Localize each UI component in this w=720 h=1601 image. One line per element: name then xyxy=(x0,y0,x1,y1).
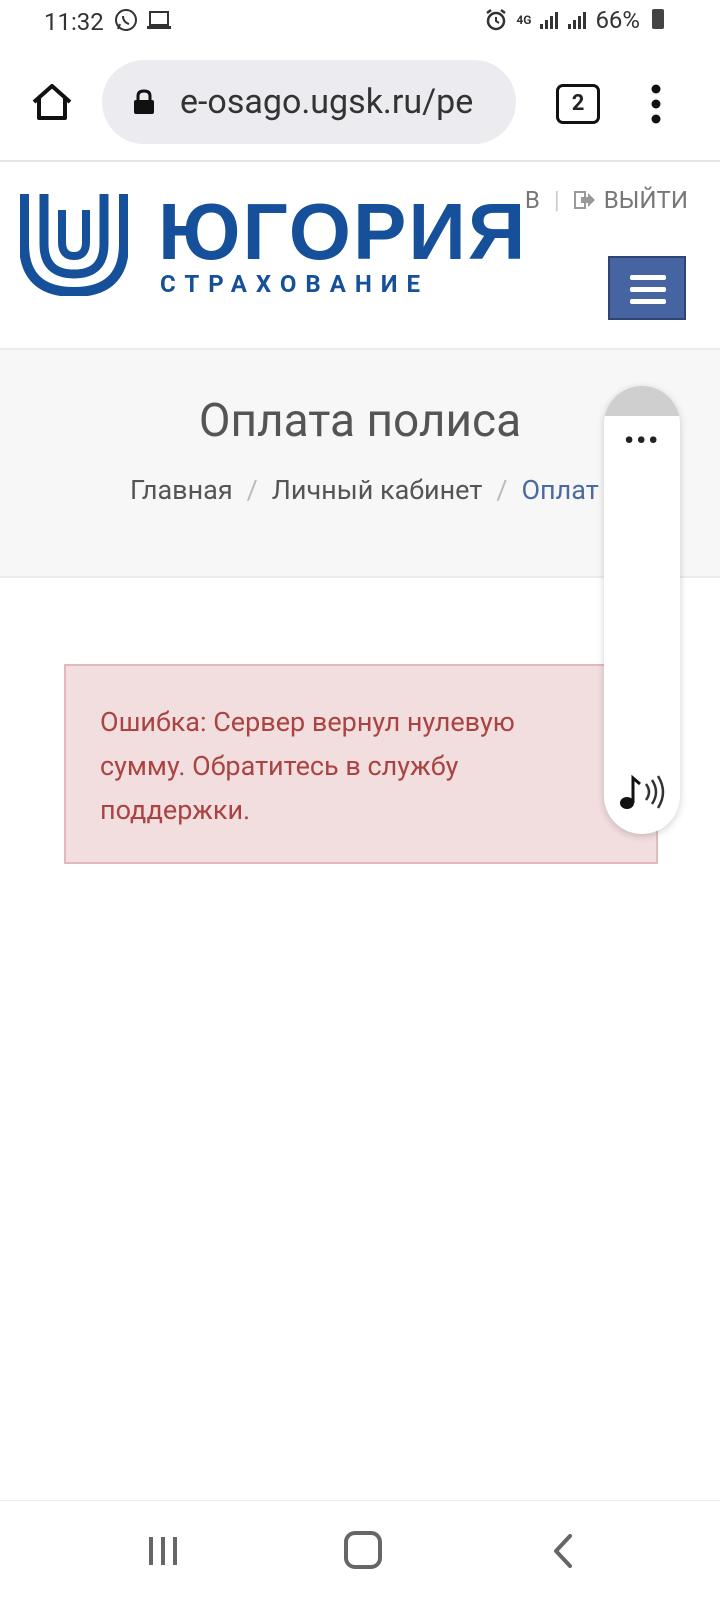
breadcrumb-separator: / xyxy=(496,474,508,506)
panel-handle[interactable] xyxy=(604,386,680,416)
signal-icon xyxy=(568,12,587,29)
error-alert: Ошибка: Сервер вернул нулевую сумму. Обр… xyxy=(64,664,658,864)
battery-percent: 66% xyxy=(595,6,640,34)
battery-icon xyxy=(652,9,664,29)
signal-icon xyxy=(540,12,559,29)
breadcrumb-home[interactable]: Главная xyxy=(130,474,233,506)
separator: | xyxy=(553,186,560,214)
breadcrumb-separator: / xyxy=(246,474,258,506)
logout-link[interactable]: ВЫЙТИ xyxy=(573,186,688,214)
menu-toggle-button[interactable] xyxy=(608,256,686,320)
whatsapp-icon xyxy=(115,9,137,31)
breadcrumb-current: Оплат xyxy=(521,474,599,506)
tabs-button[interactable]: 2 xyxy=(556,84,600,124)
home-icon[interactable] xyxy=(28,78,76,126)
brand-name: ЮГОРИЯ xyxy=(158,187,528,276)
lock-icon xyxy=(134,89,154,114)
url-text: e-osago.ugsk.ru/pe xyxy=(180,82,474,122)
breadcrumb-account[interactable]: Личный кабинет xyxy=(272,474,483,506)
recent-apps-icon[interactable] xyxy=(146,1535,180,1567)
status-time: 11:32 xyxy=(44,8,104,36)
floating-panel[interactable]: ••• xyxy=(604,386,680,834)
brand-subtitle: СТРАХОВАНИЕ xyxy=(160,270,430,298)
address-bar[interactable]: e-osago.ugsk.ru/pe xyxy=(102,60,516,144)
more-options-icon[interactable] xyxy=(650,84,662,124)
back-icon[interactable] xyxy=(552,1533,574,1569)
hamburger-bar xyxy=(630,275,666,280)
user-link[interactable]: В xyxy=(525,186,540,214)
status-bar: 11:32 4G 66% xyxy=(0,0,720,44)
home-nav-icon[interactable] xyxy=(344,1531,382,1569)
site-header: ЮГОРИЯ СТРАХОВАНИЕ В | ВЫЙТИ xyxy=(0,162,720,351)
network-type: 4G xyxy=(516,13,532,27)
panel-more-icon[interactable]: ••• xyxy=(624,424,660,457)
error-message: Ошибка: Сервер вернул нулевую сумму. Обр… xyxy=(100,706,515,826)
status-right: 4G 66% xyxy=(484,6,640,34)
laptop-icon xyxy=(147,11,171,29)
hamburger-bar xyxy=(630,287,666,292)
browser-toolbar: e-osago.ugsk.ru/pe 2 xyxy=(0,44,720,162)
sound-icon[interactable] xyxy=(618,772,668,812)
breadcrumb: Главная / Личный кабинет / Оплат xyxy=(130,474,599,506)
header-links: В | ВЫЙТИ xyxy=(525,186,688,214)
status-left-icons xyxy=(114,8,172,32)
ugoria-logo-icon[interactable] xyxy=(20,190,128,296)
alarm-icon xyxy=(486,9,507,31)
logout-icon xyxy=(573,191,595,209)
hamburger-bar xyxy=(630,299,666,304)
logout-label: ВЫЙТИ xyxy=(603,186,688,214)
navigation-bar xyxy=(0,1500,720,1601)
